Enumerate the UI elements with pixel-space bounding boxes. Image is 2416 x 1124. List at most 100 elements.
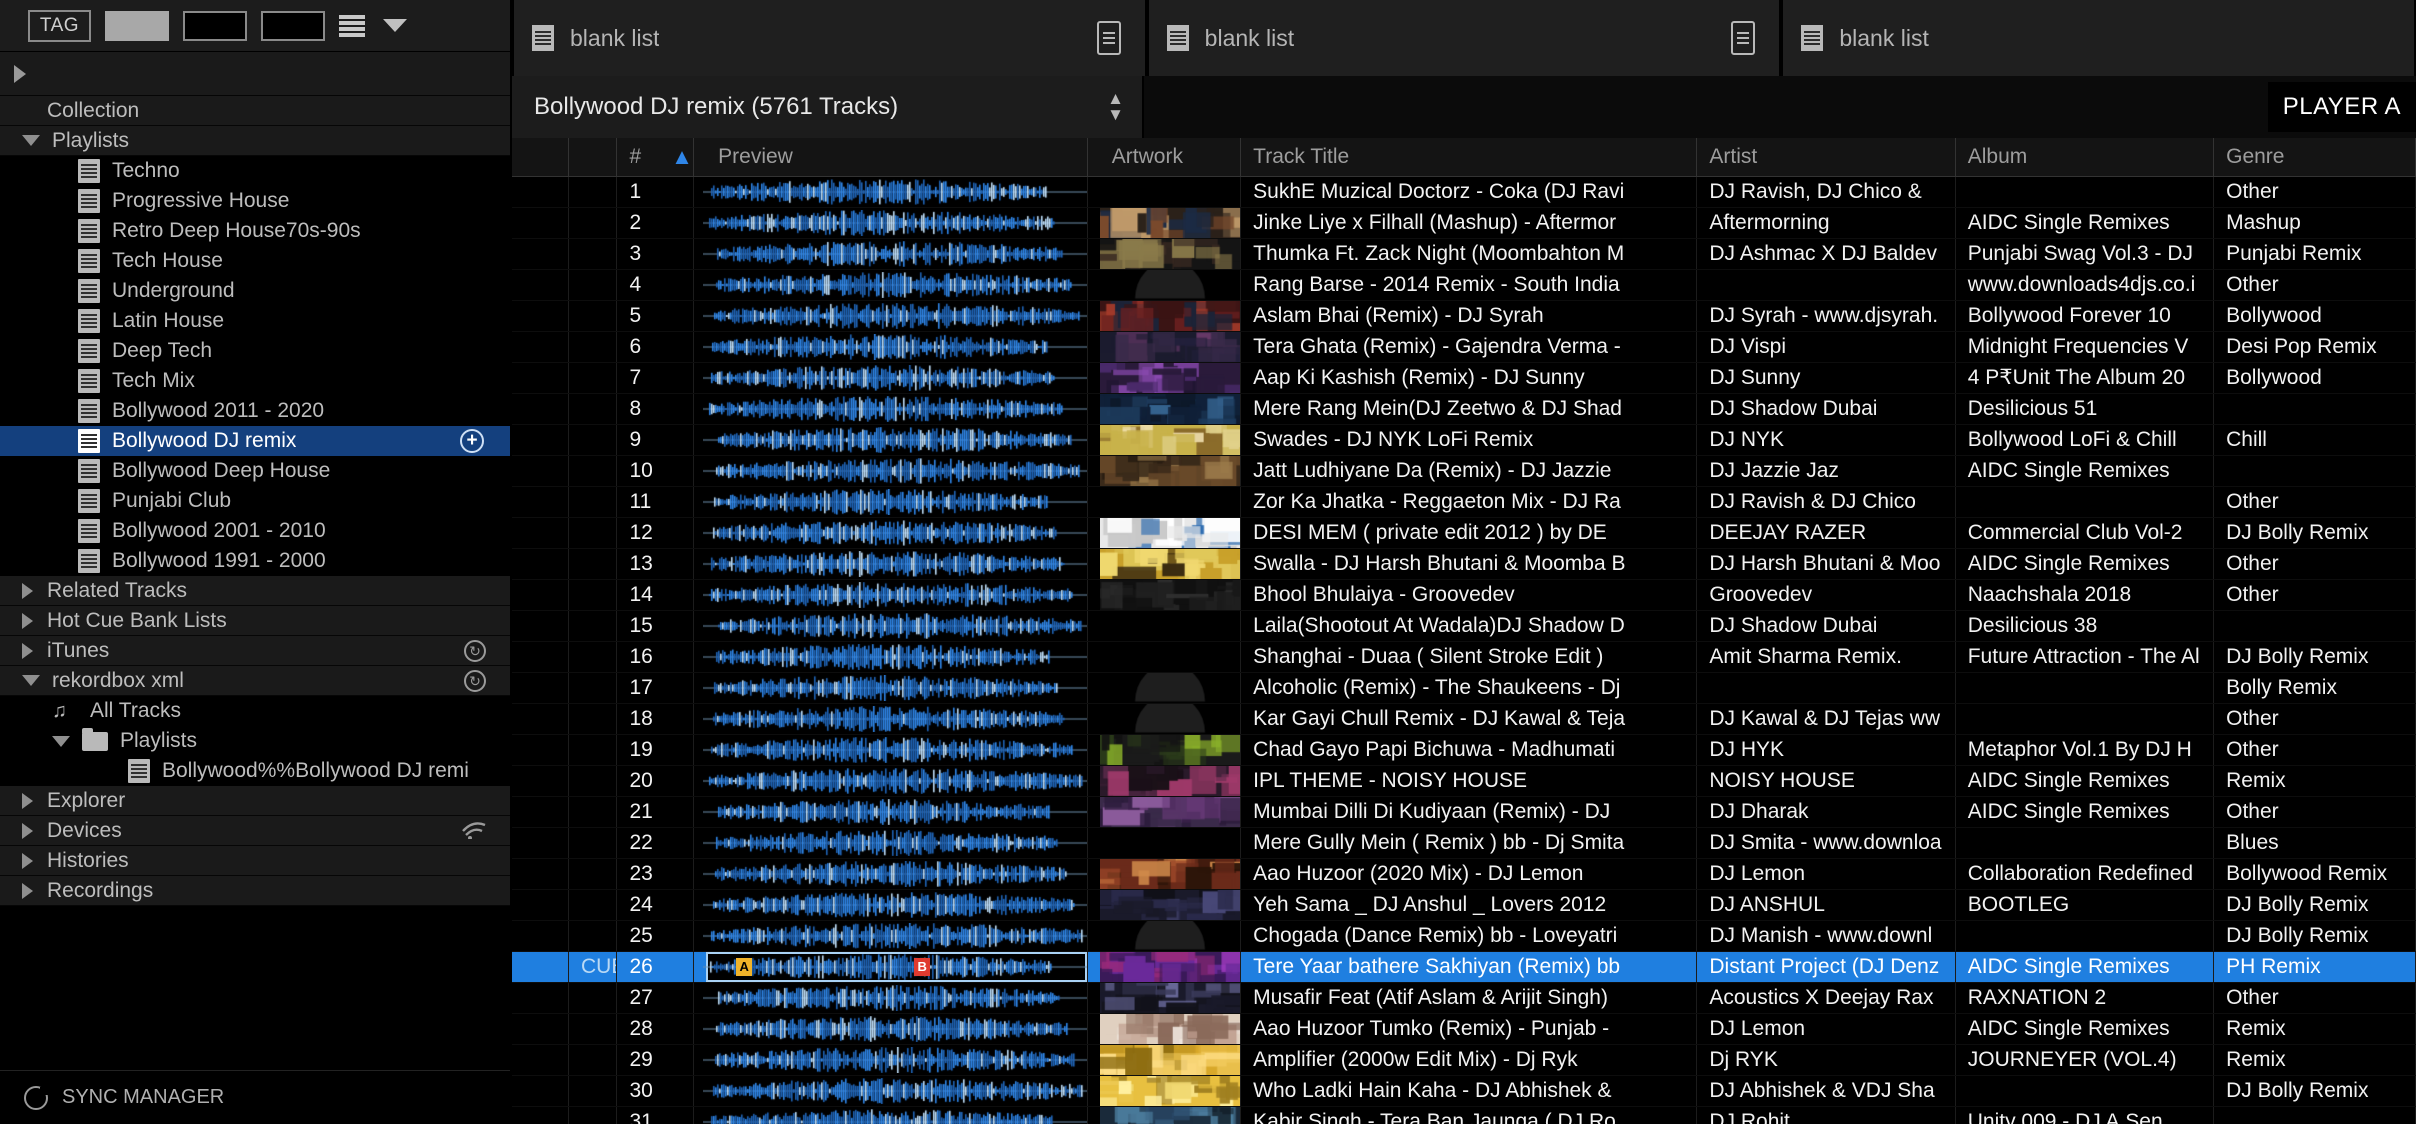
table-row[interactable]: CUE26ABTere Yaar bathere Sakhiyan (Remix…: [512, 951, 2416, 982]
cue-cell[interactable]: CUE: [569, 951, 617, 982]
waveform[interactable]: [706, 208, 1087, 238]
track-list[interactable]: # ▲ Preview Artwork Track Title Artist A…: [512, 138, 2416, 1124]
triangle-right-icon[interactable]: [22, 823, 33, 839]
row-select-cell[interactable]: [512, 1075, 569, 1106]
row-select-cell[interactable]: [512, 455, 569, 486]
preview-waveform-cell[interactable]: [694, 610, 1088, 641]
sidebar-item-all-tracks[interactable]: ♫All Tracks: [0, 696, 510, 726]
waveform[interactable]: [706, 332, 1087, 362]
preview-waveform-cell[interactable]: [694, 548, 1088, 579]
preview-waveform-cell[interactable]: [694, 734, 1088, 765]
waveform[interactable]: [706, 239, 1087, 269]
sidebar-item-playlists[interactable]: Playlists: [0, 126, 510, 156]
triangle-down-icon[interactable]: [52, 736, 70, 747]
waveform[interactable]: [706, 301, 1087, 331]
stepper-icon[interactable]: ▲▼: [1107, 94, 1124, 120]
cue-cell[interactable]: [569, 238, 617, 269]
table-row[interactable]: 31Kabir Singh - Tera Ban Jaunga ( DJ RoD…: [512, 1106, 2416, 1124]
table-row[interactable]: 11Zor Ka Jhatka - Reggaeton Mix - DJ RaD…: [512, 486, 2416, 517]
sync-manager-bar[interactable]: SYNC MANAGER: [0, 1070, 510, 1124]
preview-waveform-cell[interactable]: [694, 672, 1088, 703]
row-select-cell[interactable]: [512, 765, 569, 796]
cue-cell[interactable]: [569, 486, 617, 517]
table-row[interactable]: 22Mere Gully Mein ( Remix ) bb - Dj Smit…: [512, 827, 2416, 858]
cue-cell[interactable]: [569, 176, 617, 207]
waveform[interactable]: [706, 611, 1087, 641]
waveform[interactable]: [706, 797, 1087, 827]
sidebar-item-hot-cue-bank-lists[interactable]: Hot Cue Bank Lists: [0, 606, 510, 636]
cue-cell[interactable]: [569, 796, 617, 827]
cue-cell[interactable]: [569, 300, 617, 331]
sidebar-item-techno[interactable]: Techno: [0, 156, 510, 186]
table-row[interactable]: 15Laila(Shootout At Wadala)DJ Shadow DDJ…: [512, 610, 2416, 641]
waveform[interactable]: [706, 425, 1087, 455]
column-header-select[interactable]: [512, 138, 569, 176]
sidebar-item-collection[interactable]: Collection: [0, 96, 510, 126]
table-row[interactable]: 25Chogada (Dance Remix) bb - LoveyatriDJ…: [512, 920, 2416, 951]
sidebar-item-bollywood-2001-2010[interactable]: Bollywood 2001 - 2010: [0, 516, 510, 546]
triangle-down-icon[interactable]: [22, 675, 40, 686]
row-select-cell[interactable]: [512, 982, 569, 1013]
preview-waveform-cell[interactable]: [694, 300, 1088, 331]
column-header-number[interactable]: # ▲: [617, 138, 694, 176]
triangle-right-icon[interactable]: [22, 613, 33, 629]
waveform[interactable]: [706, 177, 1087, 207]
cue-cell[interactable]: [569, 269, 617, 300]
preview-waveform-cell[interactable]: [694, 207, 1088, 238]
tag-button[interactable]: TAG: [28, 10, 91, 42]
row-select-cell[interactable]: [512, 610, 569, 641]
row-select-cell[interactable]: [512, 672, 569, 703]
cue-cell[interactable]: [569, 1106, 617, 1124]
waveform[interactable]: [706, 363, 1087, 393]
column-header-artist[interactable]: Artist: [1697, 138, 1955, 176]
waveform[interactable]: [706, 518, 1087, 548]
table-row[interactable]: 1SukhE Muzical Doctorz - Coka (DJ RaviDJ…: [512, 176, 2416, 207]
arrow-right-icon[interactable]: [14, 65, 26, 83]
preview-waveform-cell[interactable]: [694, 1044, 1088, 1075]
waveform[interactable]: [706, 859, 1087, 889]
table-row[interactable]: 30Who Ladki Hain Kaha - DJ Abhishek &DJ …: [512, 1075, 2416, 1106]
triangle-right-icon[interactable]: [22, 853, 33, 869]
column-header-artwork[interactable]: Artwork: [1087, 138, 1240, 176]
cue-cell[interactable]: [569, 362, 617, 393]
waveform[interactable]: [706, 487, 1087, 517]
sidebar-item-tech-house[interactable]: Tech House: [0, 246, 510, 276]
sidebar-item-itunes[interactable]: iTunes↻: [0, 636, 510, 666]
row-select-cell[interactable]: [512, 1044, 569, 1075]
preview-waveform-cell[interactable]: [694, 486, 1088, 517]
preview-waveform-cell[interactable]: [694, 1106, 1088, 1124]
refresh-icon[interactable]: ↻: [464, 640, 486, 662]
cue-cell[interactable]: [569, 827, 617, 858]
table-row[interactable]: 24Yeh Sama _ DJ Anshul _ Lovers 2012DJ A…: [512, 889, 2416, 920]
sidebar-item-bollywood-dj-remix[interactable]: Bollywood DJ remix+: [0, 426, 510, 456]
cue-cell[interactable]: [569, 1044, 617, 1075]
table-row[interactable]: 5Aslam Bhai (Remix) - DJ SyrahDJ Syrah -…: [512, 300, 2416, 331]
waveform[interactable]: [706, 735, 1087, 765]
table-row[interactable]: 27Musafir Feat (Atif Aslam & Arijit Sing…: [512, 982, 2416, 1013]
sidebar-item-punjabi-club[interactable]: Punjabi Club: [0, 486, 510, 516]
preview-waveform-cell[interactable]: [694, 269, 1088, 300]
waveform[interactable]: AB: [706, 952, 1087, 982]
triangle-right-icon[interactable]: [22, 583, 33, 599]
sidebar-item-tech-mix[interactable]: Tech Mix: [0, 366, 510, 396]
table-row[interactable]: 20IPL THEME - NOISY HOUSENOISY HOUSEAIDC…: [512, 765, 2416, 796]
table-row[interactable]: 13Swalla - DJ Harsh Bhutani & Moomba BDJ…: [512, 548, 2416, 579]
row-select-cell[interactable]: [512, 951, 569, 982]
preview-waveform-cell[interactable]: [694, 641, 1088, 672]
preview-waveform-cell[interactable]: [694, 238, 1088, 269]
table-row[interactable]: 7Aap Ki Kashish (Remix) - DJ SunnyDJ Sun…: [512, 362, 2416, 393]
cue-cell[interactable]: [569, 610, 617, 641]
waveform[interactable]: [706, 983, 1087, 1013]
table-row[interactable]: 18Kar Gayi Chull Remix - DJ Kawal & Teja…: [512, 703, 2416, 734]
column-header-track-title[interactable]: Track Title: [1241, 138, 1697, 176]
waveform[interactable]: [706, 921, 1087, 951]
waveform[interactable]: [706, 642, 1087, 672]
preview-waveform-cell[interactable]: [694, 1013, 1088, 1044]
row-select-cell[interactable]: [512, 889, 569, 920]
preview-waveform-cell[interactable]: [694, 1075, 1088, 1106]
tag-color-swatch[interactable]: [105, 11, 169, 41]
sidebar-item-bollywood-1991-2000[interactable]: Bollywood 1991 - 2000: [0, 546, 510, 576]
add-playlist-icon[interactable]: +: [460, 429, 484, 453]
row-select-cell[interactable]: [512, 207, 569, 238]
sidebar-item-bollywood-2011-2020[interactable]: Bollywood 2011 - 2020: [0, 396, 510, 426]
